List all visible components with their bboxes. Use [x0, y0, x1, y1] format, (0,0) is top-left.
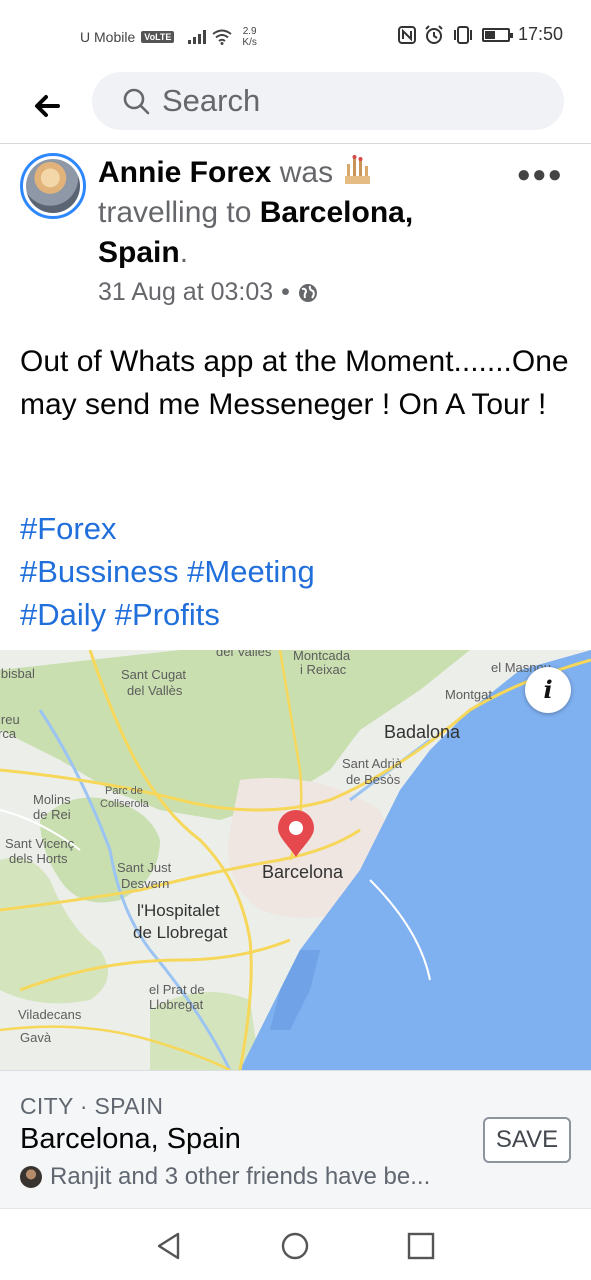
- map-label: del Vallès: [216, 650, 272, 659]
- system-nav-bar: [0, 1208, 591, 1280]
- friend-avatar: [20, 1166, 42, 1188]
- location-map[interactable]: del Vallès Montcada i Reixac el Masnou M…: [0, 650, 591, 1070]
- nav-back-icon[interactable]: [154, 1231, 184, 1261]
- map-label: i Reixac: [300, 662, 347, 677]
- hashtag[interactable]: #Bussiness: [20, 554, 179, 589]
- map-label: Desvern: [121, 876, 170, 891]
- alarm-icon: [425, 24, 443, 44]
- nav-home-icon[interactable]: [280, 1231, 310, 1261]
- save-button[interactable]: SAVE: [483, 1117, 571, 1163]
- friends-visited-text: Ranjit and 3 other friends have be...: [50, 1163, 431, 1190]
- map-label: Collserola: [100, 798, 149, 810]
- map-label: lbisbal: [0, 666, 35, 681]
- back-arrow-icon[interactable]: [28, 86, 68, 126]
- map-label: Badalona: [384, 722, 461, 742]
- map-label: Sant Cugat: [121, 667, 187, 682]
- map-label: Gavà: [20, 1030, 52, 1045]
- hashtag[interactable]: #Forex: [20, 511, 116, 546]
- map-label: dels Horts: [9, 851, 68, 866]
- meta-separator: •: [281, 278, 290, 306]
- map-label: Montgat: [445, 687, 492, 702]
- nav-recents-icon[interactable]: [406, 1231, 436, 1261]
- map-label: rca: [0, 726, 17, 741]
- hashtag[interactable]: #Profits: [115, 597, 220, 632]
- author-name[interactable]: Annie Forex: [98, 156, 271, 189]
- map-info-button[interactable]: i: [525, 667, 571, 713]
- top-bar: Search: [0, 72, 591, 144]
- signal-icon: [188, 30, 207, 44]
- map-label: Llobregat: [149, 997, 204, 1012]
- wifi-icon: [212, 29, 233, 45]
- landmark-emoji-icon: [345, 155, 371, 184]
- map-label: el Prat de: [149, 982, 205, 997]
- post-meta: 31 Aug at 03:03 •: [98, 278, 318, 307]
- post-headline: Annie Forex was travelling to Barcelona,…: [98, 155, 414, 269]
- battery-icon: [481, 27, 513, 42]
- place-category: CITY · SPAIN: [20, 1093, 164, 1119]
- map-label: lreu: [0, 712, 20, 727]
- map-label: de Besòs: [346, 772, 401, 787]
- avatar[interactable]: [20, 153, 86, 219]
- map-label: l'Hospitalet: [137, 901, 220, 920]
- search-placeholder: Search: [162, 83, 261, 118]
- activity-text: travelling to: [98, 196, 252, 229]
- status-bar: U Mobile VoLTE 2.9 K/s 17:50: [0, 0, 591, 72]
- post-timestamp[interactable]: 31 Aug at 03:03: [98, 278, 273, 307]
- map-label: Barcelona: [262, 862, 344, 882]
- search-icon: [123, 88, 150, 115]
- post-body: Out of Whats app at the Moment.......One…: [20, 345, 569, 421]
- map-base: [0, 650, 591, 1070]
- place-card[interactable]: CITY · SPAIN Barcelona, Spain Ranjit and…: [0, 1070, 591, 1208]
- map-label: de Rei: [33, 807, 71, 822]
- place-name[interactable]: Barcelona, Spain: [20, 1123, 241, 1156]
- location-pin-icon[interactable]: [276, 809, 316, 859]
- more-options-icon[interactable]: ●●●: [517, 161, 564, 189]
- map-label: Sant Just: [117, 860, 172, 875]
- vibrate-icon: [453, 25, 472, 44]
- hashtag[interactable]: #Meeting: [187, 554, 315, 589]
- hashtag[interactable]: #Daily: [20, 597, 106, 632]
- nfc-icon: [397, 25, 416, 44]
- clock: 17:50: [517, 24, 563, 44]
- search-input[interactable]: Search: [92, 72, 564, 130]
- volte-badge: VoLTE: [141, 31, 175, 43]
- carrier-name: U Mobile: [80, 29, 136, 45]
- hashtags: #Forex #Bussiness #Meeting #Daily #Profi…: [20, 507, 570, 636]
- map-label: Sant Vicenç: [5, 836, 75, 851]
- globe-icon: [298, 283, 317, 302]
- map-label: Molins: [33, 792, 71, 807]
- network-speed: 2.9 K/s: [242, 26, 257, 48]
- map-label: del Vallès: [127, 683, 183, 698]
- map-label: Viladecans: [18, 1007, 82, 1022]
- friends-visited: Ranjit and 3 other friends have be...: [20, 1163, 430, 1191]
- verb-text: was: [279, 156, 334, 189]
- map-label: Sant Adrià: [342, 756, 402, 771]
- map-label: de Llobregat: [133, 923, 228, 942]
